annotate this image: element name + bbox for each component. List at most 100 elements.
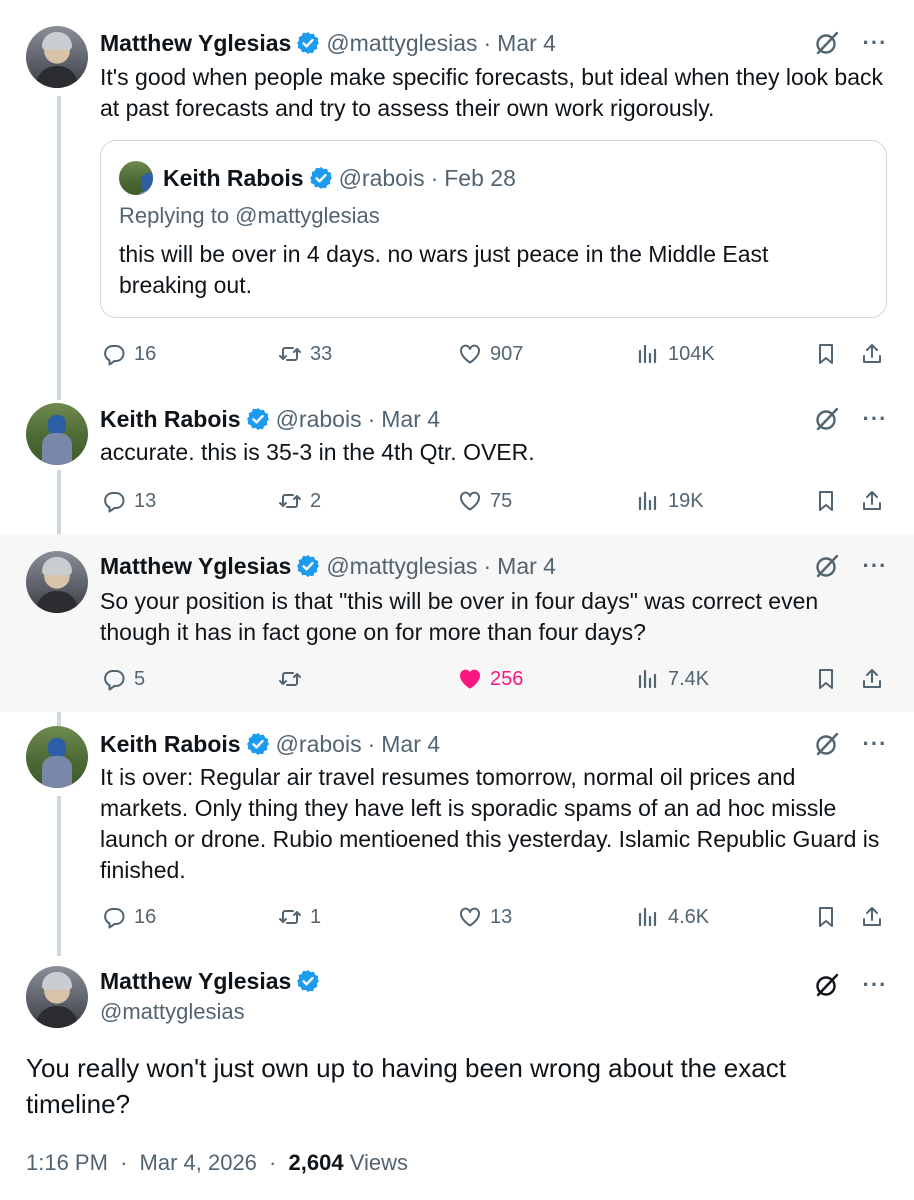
more-icon[interactable]: ··· — [862, 30, 888, 56]
like-button[interactable]: 75 — [458, 486, 512, 516]
grok-icon[interactable] — [814, 406, 840, 432]
separator: · — [269, 1150, 277, 1175]
author-handle[interactable]: @mattyglesias — [326, 553, 477, 580]
retweet-button[interactable]: 33 — [278, 339, 332, 369]
tweet-date[interactable]: Mar 4 — [497, 553, 556, 580]
main-tweet-text: You really won't just own up to having b… — [26, 1053, 786, 1119]
reply-button[interactable]: 13 — [102, 486, 156, 516]
more-icon[interactable]: ··· — [862, 553, 888, 579]
tweet-date[interactable]: Mar 4 — [381, 406, 440, 433]
tweet-actions: 13 2 75 19K — [100, 486, 888, 516]
grok-icon[interactable] — [814, 30, 840, 56]
replying-to: Replying to @mattyglesias — [119, 203, 380, 228]
reply-count: 5 — [134, 667, 146, 690]
tweet-time[interactable]: 1:16 PM — [26, 1150, 108, 1175]
heart-icon — [460, 491, 480, 511]
bookmark-button[interactable] — [814, 664, 846, 694]
retweet-icon — [279, 494, 301, 508]
like-button[interactable]: 907 — [458, 339, 523, 369]
retweet-count: 1 — [310, 905, 322, 928]
author-handle[interactable]: @mattyglesias — [100, 999, 326, 1025]
separator: · — [430, 164, 439, 191]
tweet-date[interactable]: Mar 4 — [497, 30, 556, 57]
tweet[interactable]: Keith Rabois @rabois · Mar 4 ··· accurat… — [0, 390, 914, 534]
avatar[interactable] — [26, 966, 88, 1028]
author-handle[interactable]: @mattyglesias — [326, 30, 477, 57]
more-icon[interactable]: ··· — [862, 731, 888, 757]
avatar[interactable] — [26, 551, 88, 613]
heart-icon — [460, 344, 480, 364]
views-button[interactable]: 19K — [636, 486, 704, 516]
like-button[interactable]: 256 — [458, 664, 523, 694]
grok-icon[interactable] — [814, 553, 840, 579]
more-icon[interactable]: ··· — [862, 972, 888, 998]
tweet-actions: 5 256 7.4K — [100, 664, 888, 694]
views-icon — [638, 344, 657, 364]
share-button[interactable] — [860, 664, 892, 694]
like-button[interactable]: 13 — [458, 902, 512, 932]
share-icon — [863, 669, 881, 688]
share-button[interactable] — [860, 339, 892, 369]
like-count: 75 — [490, 489, 513, 512]
reply-button[interactable]: 16 — [102, 339, 156, 369]
tweet-right-icons: ··· — [814, 729, 888, 759]
author-name[interactable]: Keith Rabois — [100, 731, 241, 758]
share-button[interactable] — [860, 902, 892, 932]
share-button[interactable] — [860, 486, 892, 516]
views-label: Views — [349, 1150, 408, 1175]
like-count: 13 — [490, 905, 513, 928]
author-name[interactable]: Matthew Yglesias — [100, 553, 291, 580]
retweet-icon — [279, 910, 301, 924]
tweet-text: It's good when people make specific fore… — [100, 64, 884, 121]
tweet[interactable]: Matthew Yglesias @mattyglesias · Mar 4 ·… — [0, 534, 914, 712]
views-icon — [638, 491, 657, 511]
views-button[interactable]: 104K — [636, 339, 715, 369]
retweet-button[interactable]: 2 — [278, 486, 321, 516]
tweet-header: Keith Rabois @rabois · Mar 4 — [100, 729, 440, 759]
views-button[interactable]: 4.6K — [636, 902, 709, 932]
views-icon — [638, 907, 657, 927]
views-count: 19K — [668, 489, 704, 512]
author-name[interactable]: Matthew Yglesias — [100, 968, 291, 995]
bookmark-button[interactable] — [814, 902, 846, 932]
tweet-header: Matthew Yglesias @mattyglesias · Mar 4 — [100, 28, 556, 58]
avatar[interactable] — [26, 726, 88, 788]
reply-button[interactable]: 16 — [102, 902, 156, 932]
tweet-text: accurate. this is 35-3 in the 4th Qtr. O… — [100, 439, 535, 465]
more-icon[interactable]: ··· — [862, 406, 888, 432]
retweet-icon — [279, 347, 301, 361]
avatar[interactable] — [26, 403, 88, 465]
tweet[interactable]: Matthew Yglesias @mattyglesias · Mar 4 ·… — [0, 0, 914, 390]
bookmark-button[interactable] — [814, 486, 846, 516]
share-icon — [863, 491, 881, 510]
avatar[interactable] — [26, 26, 88, 88]
avatar — [119, 161, 153, 195]
grok-icon[interactable] — [814, 972, 840, 998]
author-handle[interactable]: @rabois — [276, 731, 362, 758]
retweet-button[interactable] — [278, 664, 310, 694]
main-name-row: Matthew Yglesias — [100, 965, 326, 997]
author-name: Keith Rabois — [163, 164, 304, 191]
author-name[interactable]: Keith Rabois — [100, 406, 241, 433]
bookmark-icon — [819, 907, 833, 927]
tweet[interactable]: Keith Rabois @rabois · Mar 4 ··· It is o… — [0, 712, 914, 956]
share-icon — [863, 344, 881, 363]
tweet-full-date[interactable]: Mar 4, 2026 — [140, 1150, 257, 1175]
tweet-right-icons: ··· — [814, 970, 888, 1000]
retweet-button[interactable]: 1 — [278, 902, 321, 932]
reply-icon — [104, 345, 125, 366]
tweet-date[interactable]: Mar 4 — [381, 731, 440, 758]
reply-button[interactable]: 5 — [102, 664, 145, 694]
tweet-text: It is over: Regular air travel resumes t… — [100, 764, 880, 883]
author-handle[interactable]: @rabois — [276, 406, 362, 433]
reply-count: 16 — [134, 342, 157, 365]
separator: · — [367, 405, 376, 432]
grok-icon[interactable] — [814, 731, 840, 757]
separator: · — [120, 1150, 128, 1175]
tweet-right-icons: ··· — [814, 551, 888, 581]
author-name[interactable]: Matthew Yglesias — [100, 30, 291, 57]
tweet-actions: 16 33 907 104K — [100, 339, 888, 369]
bookmark-button[interactable] — [814, 339, 846, 369]
quoted-tweet[interactable]: Keith Rabois @rabois · Feb 28 Replying t… — [100, 140, 887, 318]
views-button[interactable]: 7.4K — [636, 664, 709, 694]
